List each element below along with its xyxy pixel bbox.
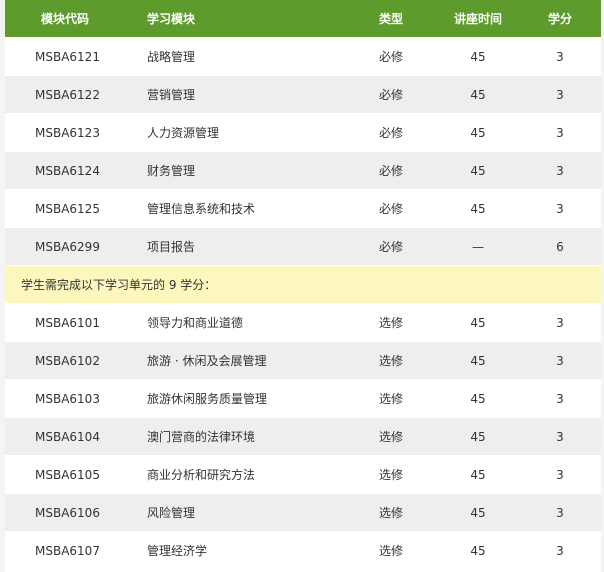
table-row: MSBA6104 澳门营商的法律环境 选修 45 3 (5, 418, 601, 456)
module-name: 管理信息系统和技术 (147, 202, 256, 216)
lecture-hours: 45 (470, 353, 486, 368)
table-row: MSBA6123 人力资源管理 必修 45 3 (5, 114, 601, 152)
lecture-hours: 45 (470, 467, 486, 482)
header-name: 学习模块 (147, 12, 196, 26)
module-code: MSBA6122 (35, 87, 100, 102)
module-type: 必修 (378, 50, 403, 64)
module-code: MSBA6124 (35, 163, 100, 178)
module-credits: 3 (556, 391, 564, 406)
lecture-hours: 45 (470, 429, 486, 444)
module-credits: 3 (556, 353, 564, 368)
module-name: 领导力和商业道德 (147, 316, 244, 330)
table-row: MSBA6102 旅游 · 休闲及会展管理 选修 45 3 (5, 342, 601, 380)
table-row: MSBA6125 管理信息系统和技术 必修 45 3 (5, 190, 601, 228)
module-code: MSBA6299 (35, 239, 100, 254)
lecture-hours: 45 (470, 87, 486, 102)
module-credits: 3 (556, 87, 564, 102)
header-hours: 讲座时间 (453, 12, 502, 26)
module-code: MSBA6121 (35, 49, 100, 64)
module-credits: 6 (556, 239, 564, 254)
module-name: 旅游 · 休闲及会展管理 (147, 354, 267, 368)
module-type: 必修 (378, 88, 403, 102)
module-code: MSBA6104 (35, 429, 100, 444)
module-credits: 3 (556, 315, 564, 330)
module-type: 选修 (378, 468, 403, 482)
table-header: 模块代码 学习模块 类型 讲座时间 学分 (5, 0, 601, 38)
module-credits: 3 (556, 505, 564, 520)
table-row: MSBA6106 风险管理 选修 45 3 (5, 494, 601, 532)
module-credits: 3 (556, 201, 564, 216)
elective-note-text: 学生需完成以下学习单元的 9 学分： (21, 278, 217, 292)
table-row: MSBA6105 商业分析和研究方法 选修 45 3 (5, 456, 601, 494)
module-code: MSBA6123 (35, 125, 100, 140)
lecture-hours: 45 (470, 125, 486, 140)
module-name: 商业分析和研究方法 (147, 468, 256, 482)
module-name: 财务管理 (147, 164, 196, 178)
header-type: 类型 (378, 12, 403, 26)
module-credits: 3 (556, 429, 564, 444)
module-code: MSBA6102 (35, 353, 100, 368)
lecture-hours: 45 (470, 505, 486, 520)
module-name: 人力资源管理 (147, 126, 220, 140)
module-credits: 3 (556, 125, 564, 140)
module-type: 必修 (378, 240, 403, 254)
table-row: MSBA6124 财务管理 必修 45 3 (5, 152, 601, 190)
module-name: 战略管理 (147, 50, 196, 64)
module-credits: 3 (556, 467, 564, 482)
module-type: 选修 (378, 354, 403, 368)
table-row: MSBA6299 项目报告 必修 — 6 (5, 228, 601, 266)
module-type: 选修 (378, 392, 403, 406)
curriculum-table: 模块代码 学习模块 类型 讲座时间 学分 MSBA6121 战略管理 必修 45 3 MS… (5, 0, 601, 570)
module-code: MSBA6105 (35, 467, 100, 482)
elective-modules: MSBA6101 领导力和商业道德 选修 45 3 MSBA6102 旅游 · 休闲及会展管… (5, 304, 601, 570)
module-type: 必修 (378, 164, 403, 178)
header-credits: 学分 (547, 12, 572, 26)
table-row: MSBA6121 战略管理 必修 45 3 (5, 38, 601, 76)
table-row: MSBA6107 管理经济学 选修 45 3 (5, 532, 601, 570)
module-code: MSBA6106 (35, 505, 100, 520)
lecture-hours: 45 (470, 315, 486, 330)
module-type: 必修 (378, 202, 403, 216)
lecture-hours: 45 (470, 49, 486, 64)
module-type: 必修 (378, 126, 403, 140)
module-name: 项目报告 (147, 240, 196, 254)
module-type: 选修 (378, 316, 403, 330)
module-credits: 3 (556, 49, 564, 64)
module-code: MSBA6103 (35, 391, 100, 406)
module-type: 选修 (378, 430, 403, 444)
module-name: 营销管理 (147, 88, 196, 102)
header-code: 模块代码 (41, 12, 90, 26)
module-name: 管理经济学 (147, 544, 208, 558)
table-row: MSBA6101 领导力和商业道德 选修 45 3 (5, 304, 601, 342)
module-name: 旅游休闲服务质量管理 (147, 392, 268, 406)
module-name: 澳门营商的法律环境 (147, 430, 256, 444)
module-credits: 3 (556, 543, 564, 558)
lecture-hours: 45 (470, 201, 486, 216)
module-type: 选修 (378, 506, 403, 520)
lecture-hours: — (472, 239, 484, 254)
core-modules: MSBA6121 战略管理 必修 45 3 MSBA6122 营销管理 必修 45 3 MSBA61… (5, 38, 601, 266)
table-row: MSBA6122 营销管理 必修 45 3 (5, 76, 601, 114)
lecture-hours: 45 (470, 543, 486, 558)
module-code: MSBA6107 (35, 543, 100, 558)
elective-note: 学生需完成以下学习单元的 9 学分： (5, 266, 601, 304)
module-name: 风险管理 (147, 506, 196, 520)
lecture-hours: 45 (470, 391, 486, 406)
module-type: 选修 (378, 544, 403, 558)
module-credits: 3 (556, 163, 564, 178)
module-code: MSBA6125 (35, 201, 100, 216)
lecture-hours: 45 (470, 163, 486, 178)
table-row: MSBA6103 旅游休闲服务质量管理 选修 45 3 (5, 380, 601, 418)
module-code: MSBA6101 (35, 315, 100, 330)
